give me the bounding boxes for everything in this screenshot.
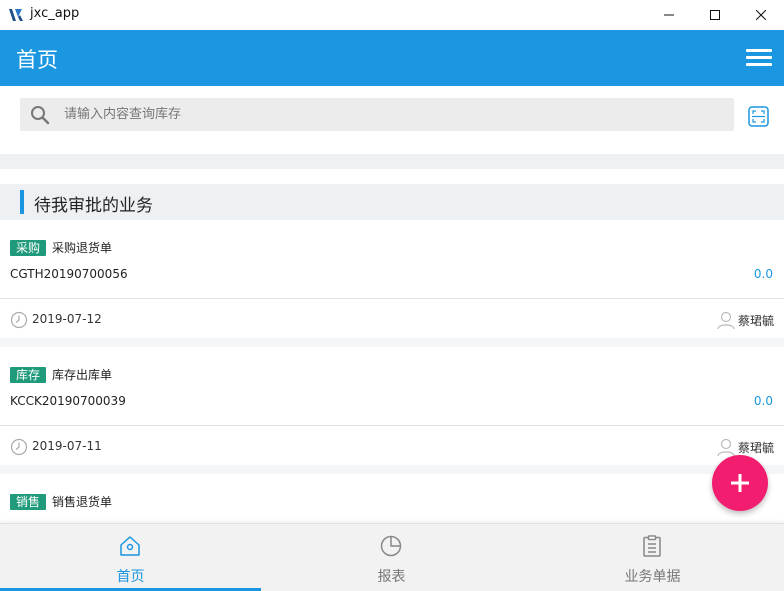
scan-icon[interactable] — [748, 106, 769, 127]
maximize-button[interactable] — [692, 0, 738, 30]
section-header: 待我审批的业务 — [0, 184, 784, 220]
card-separator — [0, 465, 784, 474]
approval-card[interactable]: 采购 采购退货单 CGTH20190700056 0.0 2019-07-12 … — [0, 220, 784, 338]
nav-label: 报表 — [377, 569, 406, 585]
document-number: CGTH20190700056 — [10, 267, 128, 281]
approval-card[interactable]: 销售 销售退货单 — [0, 474, 784, 524]
clipboard-icon — [643, 535, 661, 557]
menu-icon-line — [746, 63, 772, 66]
nav-item-home[interactable]: 首页 — [0, 524, 261, 591]
clock-icon — [10, 438, 28, 456]
window-title: jxc_app — [30, 6, 80, 21]
card-divider — [0, 298, 784, 299]
plus-icon — [731, 474, 749, 492]
user-icon — [717, 438, 735, 457]
document-date: 2019-07-11 — [32, 439, 102, 453]
category-tag: 采购 — [10, 240, 47, 256]
add-button[interactable] — [712, 455, 768, 511]
section-gap — [0, 154, 784, 169]
user-icon — [717, 311, 735, 330]
close-button[interactable] — [738, 0, 784, 30]
card-separator — [0, 338, 784, 347]
menu-icon-line — [746, 49, 772, 52]
close-icon — [756, 10, 766, 20]
nav-label: 业务单据 — [624, 569, 681, 585]
maximize-icon — [710, 10, 720, 20]
minimize-icon — [664, 14, 674, 16]
document-amount: 0.0 — [753, 267, 773, 281]
submitter-name: 蔡珺毓 — [738, 441, 775, 455]
search-area — [0, 86, 784, 154]
bottom-navigation: 首页 报表 业务单据 — [0, 523, 784, 591]
menu-icon-line — [746, 56, 772, 59]
menu-button[interactable] — [744, 47, 774, 69]
search-input[interactable] — [64, 98, 724, 131]
search-box — [20, 98, 734, 131]
section-accent-bar — [20, 190, 24, 214]
app-header: 首页 — [0, 30, 784, 86]
approval-card[interactable]: 库存 库存出库单 KCCK20190700039 0.0 2019-07-11 … — [0, 347, 784, 465]
nav-item-documents[interactable]: 业务单据 — [522, 524, 783, 591]
clock-icon — [10, 311, 28, 329]
search-icon — [31, 106, 50, 125]
pie-chart-icon — [380, 535, 402, 557]
category-tag: 库存 — [10, 367, 47, 383]
category-tag: 销售 — [10, 494, 47, 510]
home-icon — [120, 536, 140, 556]
document-date: 2019-07-12 — [32, 312, 102, 326]
window-titlebar: jxc_app — [0, 0, 784, 30]
document-number: KCCK20190700039 — [10, 394, 126, 408]
card-divider — [0, 425, 784, 426]
document-amount: 0.0 — [753, 394, 773, 408]
app-logo-icon — [9, 9, 23, 21]
document-type: 销售退货单 — [52, 495, 113, 509]
nav-label: 首页 — [116, 569, 145, 585]
section-title: 待我审批的业务 — [34, 196, 153, 216]
submitter-name: 蔡珺毓 — [738, 314, 775, 328]
page-title: 首页 — [16, 48, 58, 72]
document-type: 库存出库单 — [52, 368, 113, 382]
nav-item-reports[interactable]: 报表 — [261, 524, 522, 591]
minimize-button[interactable] — [646, 0, 692, 30]
document-type: 采购退货单 — [52, 241, 113, 255]
